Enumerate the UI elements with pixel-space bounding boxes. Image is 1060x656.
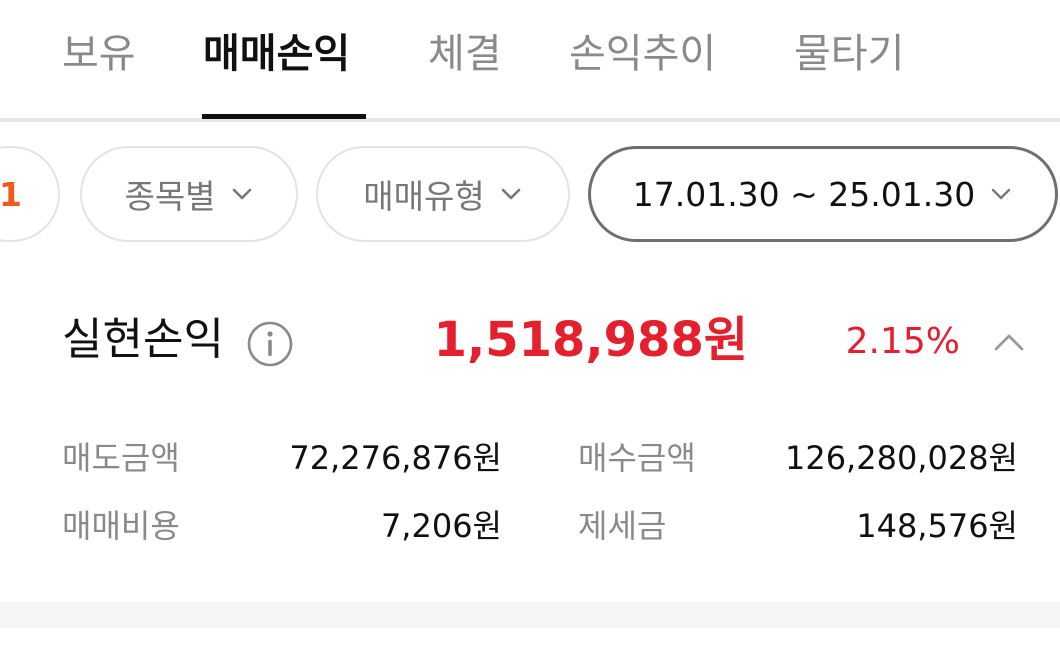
date-range-button[interactable]: 17.01.30 ~ 25.01.30 — [588, 146, 1058, 242]
realized-pnl-label: 실현손익 — [62, 314, 224, 365]
tax-value: 148,576원 — [856, 507, 1018, 545]
filter-chip-partial[interactable]: 1 — [0, 146, 60, 242]
sell-amount-value: 72,276,876원 — [289, 439, 502, 477]
date-range-label: 17.01.30 ~ 25.01.30 — [632, 174, 976, 214]
tab-bar: 보유 매매손익 체결 손익추이 물타기 — [0, 0, 1060, 122]
section-divider — [0, 602, 1060, 628]
filter-trade-type-label: 매매유형 — [363, 177, 485, 216]
trade-cost-value: 7,206원 — [380, 507, 502, 545]
chevron-up-icon[interactable] — [992, 326, 1026, 360]
filter-chip-partial-label: 1 — [0, 174, 22, 214]
tab-averaging-down[interactable]: 물타기 — [794, 26, 904, 82]
realized-pnl-amount: 1,518,988원 — [433, 312, 748, 368]
tab-trade-pnl[interactable]: 매매손익 — [203, 26, 350, 82]
buy-amount-value: 126,280,028원 — [784, 439, 1018, 477]
realized-pnl-rate: 2.15% — [845, 321, 960, 362]
tab-holdings[interactable]: 보유 — [62, 26, 136, 82]
filter-by-item-label: 종목별 — [124, 177, 216, 216]
active-tab-indicator — [202, 114, 366, 119]
tax-label: 제세금 — [578, 507, 667, 545]
info-icon[interactable] — [246, 320, 294, 368]
tab-pnl-trend[interactable]: 손익추이 — [569, 26, 716, 82]
filter-by-item-button[interactable]: 종목별 — [80, 146, 298, 242]
tab-executions[interactable]: 체결 — [428, 26, 502, 82]
filter-trade-type-button[interactable]: 매매유형 — [316, 146, 570, 242]
buy-amount-label: 매수금액 — [578, 439, 696, 477]
chevron-down-icon — [501, 188, 521, 200]
chevron-down-icon — [992, 188, 1011, 200]
trade-cost-label: 매매비용 — [62, 507, 180, 545]
sell-amount-label: 매도금액 — [62, 439, 180, 477]
chevron-down-icon — [232, 188, 251, 200]
